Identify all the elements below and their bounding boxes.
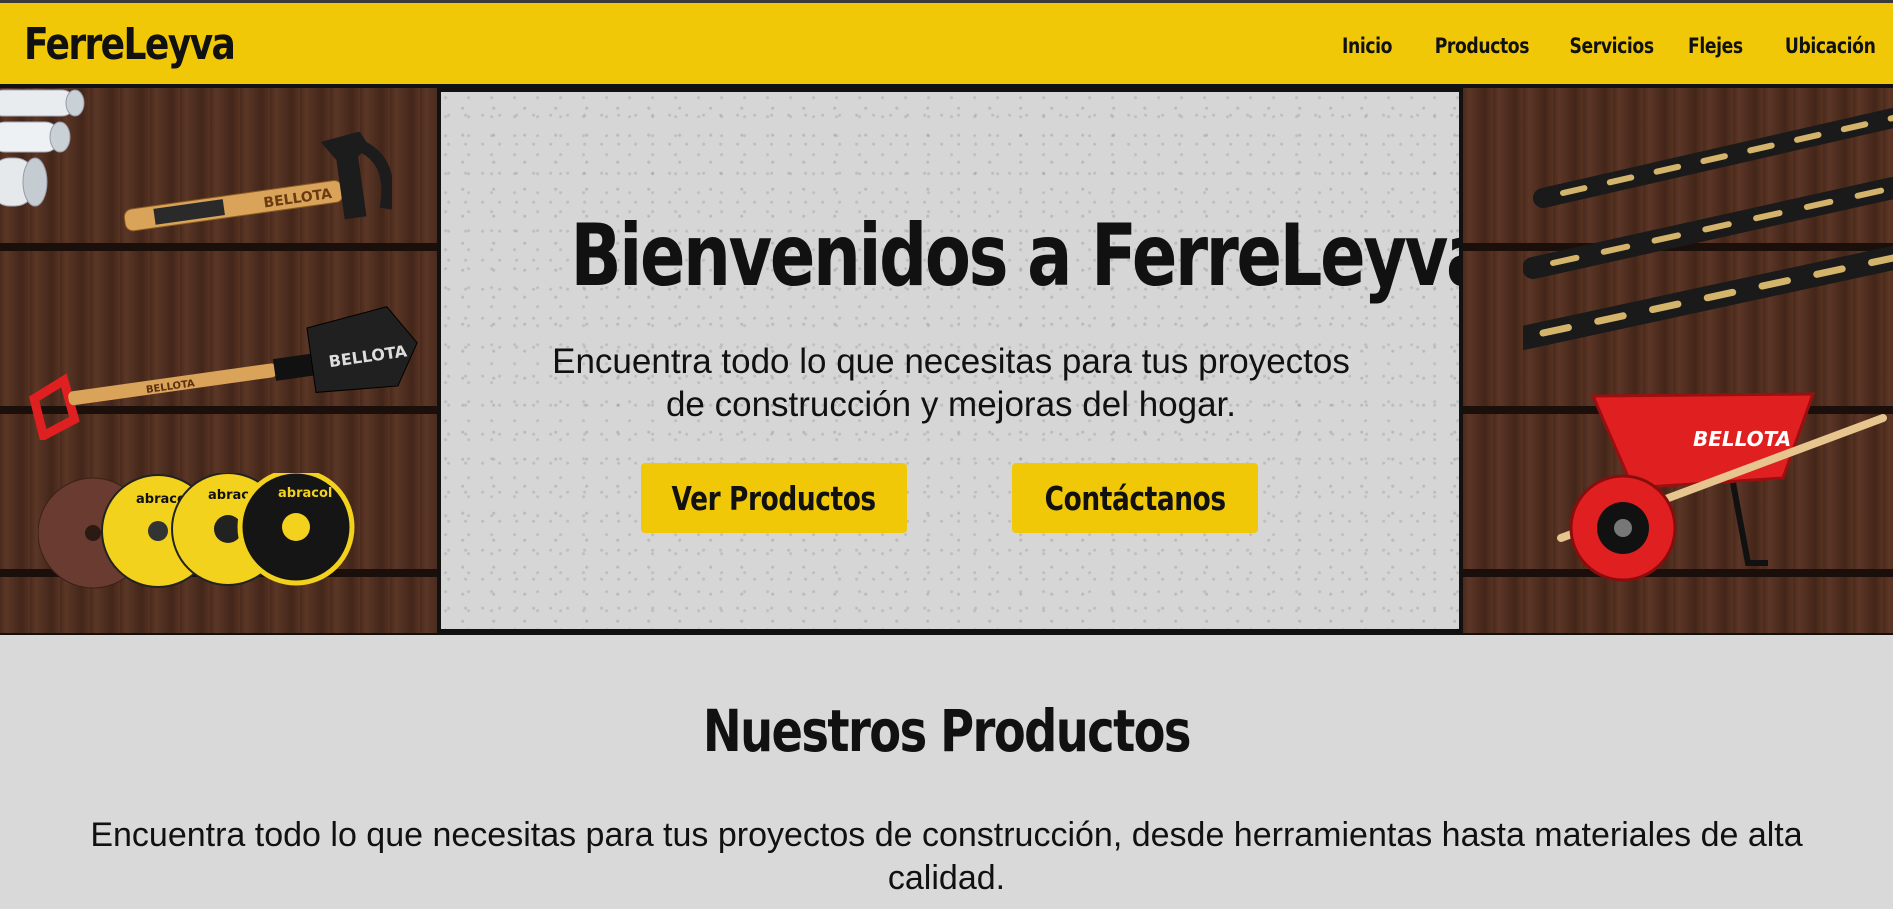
- navbar: FerreLeyva Inicio Productos Servicios Fl…: [0, 0, 1893, 88]
- nav-link-servicios[interactable]: Servicios: [1570, 33, 1655, 59]
- products-description: Encuentra todo lo que necesitas para tus…: [90, 816, 1803, 897]
- nav-link-inicio[interactable]: Inicio: [1342, 33, 1392, 59]
- products-title: Nuestros Productos: [0, 696, 1893, 766]
- hero-section: BELLOTA BELLOTA BELLOTA abracol abracol …: [0, 88, 1893, 635]
- view-products-button[interactable]: Ver Productos: [641, 463, 907, 533]
- nav-links: Inicio Productos Servicios Flejes Ubicac…: [1309, 33, 1875, 59]
- cutting-discs-icon: abracol abracol abracol: [38, 473, 355, 589]
- pvc-pipes-icon: [0, 89, 85, 207]
- shovel-icon: BELLOTA BELLOTA: [28, 306, 418, 440]
- contact-button[interactable]: Contáctanos: [1012, 463, 1258, 533]
- hero-title: Bienvenidos a FerreLeyva: [441, 208, 1492, 304]
- hero-subtitle: Encuentra todo lo que necesitas para tus…: [552, 342, 1350, 424]
- nav-link-flejes[interactable]: Flejes: [1688, 33, 1743, 59]
- wood-panel-right: BELLOTA: [1463, 88, 1893, 633]
- products-title-text: Nuestros Productos: [702, 697, 1192, 765]
- contact-label: Contáctanos: [1044, 478, 1226, 518]
- brand-logo[interactable]: FerreLeyva: [24, 19, 236, 71]
- hammer-icon: BELLOTA: [123, 132, 392, 232]
- wheelbarrow-icon: BELLOTA: [1557, 392, 1887, 582]
- hero-content-panel: Bienvenidos a FerreLeyva Encuentra todo …: [441, 92, 1492, 629]
- view-products-label: Ver Productos: [671, 478, 877, 518]
- drill-bits-icon: [1523, 108, 1893, 350]
- nav-link-ubicacion[interactable]: Ubicación: [1784, 33, 1875, 59]
- hero-title-text: Bienvenidos a FerreLeyva: [570, 206, 1492, 306]
- wheelbarrow-brand-label: BELLOTA: [1693, 427, 1791, 451]
- nav-link-productos[interactable]: Productos: [1435, 33, 1530, 59]
- wood-panel-left: BELLOTA BELLOTA BELLOTA abracol abracol …: [0, 88, 437, 633]
- disc-3-brand-label: abracol: [278, 486, 332, 501]
